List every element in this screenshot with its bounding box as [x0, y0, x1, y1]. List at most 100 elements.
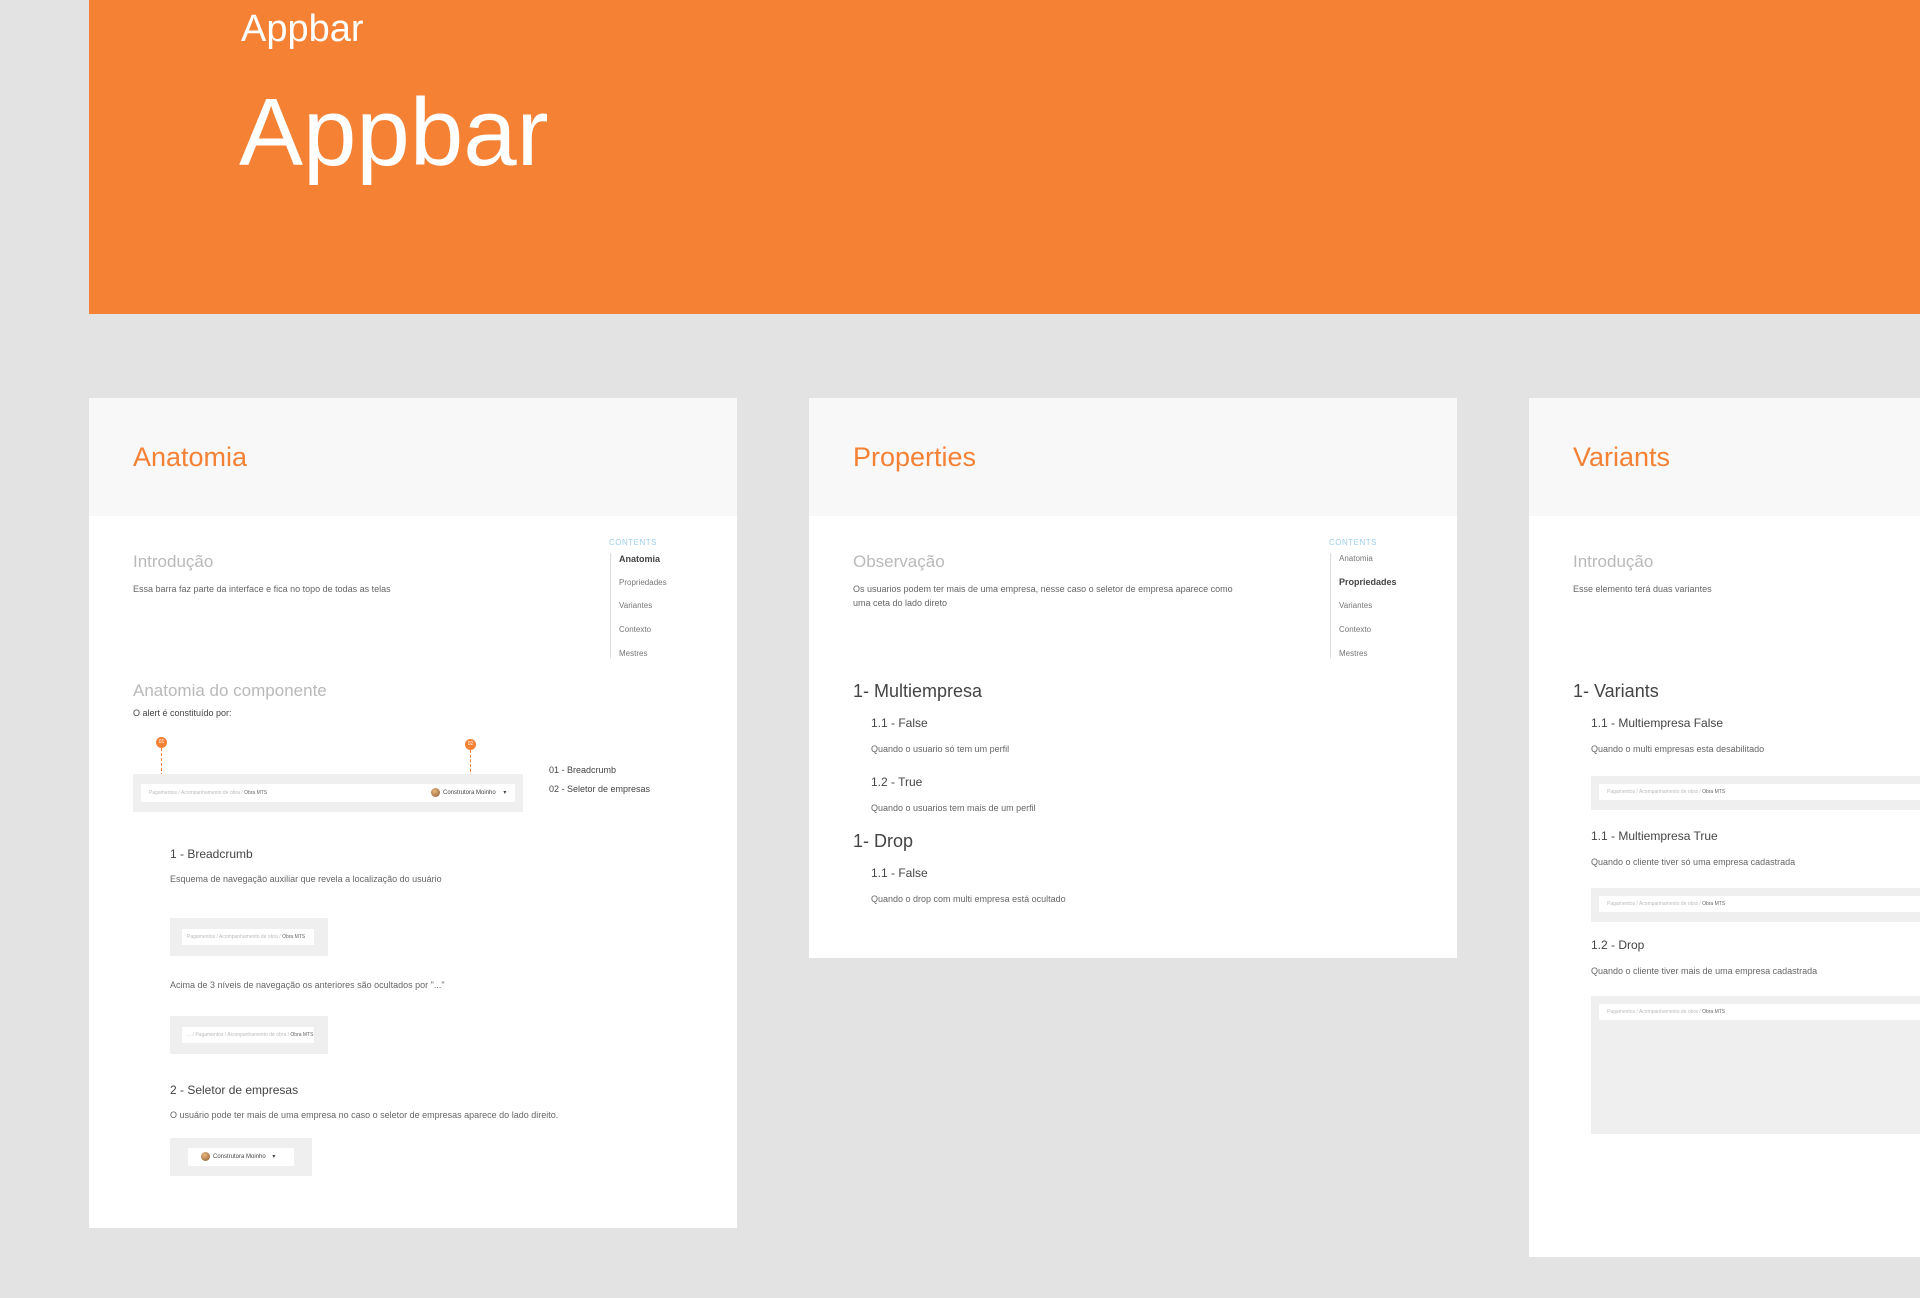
breadcrumb-current: Obra MTS: [282, 934, 306, 940]
table-of-contents: CONTENTS Anatomia Propriedades Variantes…: [1329, 538, 1399, 658]
variant-title: 1.1 - Multiempresa True: [1591, 829, 1718, 843]
breadcrumb-path: Pagamentos / Acompanhamento de obra /: [1607, 789, 1703, 795]
breadcrumb: ... / Pagamentos / Acompanhamento de obr…: [187, 1032, 313, 1038]
marker-01: 01: [156, 737, 167, 748]
toc-list: Anatomia Propriedades Variantes Contexto…: [610, 553, 667, 658]
section-text: Essa barra faz parte da interface e fica…: [133, 584, 391, 594]
toc-item-variantes[interactable]: Variantes: [619, 601, 652, 610]
card-title: Properties: [853, 442, 977, 472]
subsection-text: Acima de 3 níveis de navegação os anteri…: [170, 980, 445, 990]
card-variants: Variants Introdução Esse elemento terá d…: [1529, 398, 1920, 1257]
subsection-title: 2 - Seletor de empresas: [170, 1083, 299, 1097]
company-bar: Construtora Moinho ▾: [188, 1148, 294, 1166]
toc-item-contexto[interactable]: Contexto: [619, 625, 651, 634]
variant-title: 1.1 - Multiempresa False: [1591, 716, 1724, 730]
avatar: [431, 788, 440, 797]
toc-item-propriedades[interactable]: Propriedades: [619, 578, 667, 587]
appbar-mockup: Pagamentos / Acompanhamento de obra / Ob…: [133, 774, 523, 812]
section-text: Os usuarios podem ter mais de uma empres…: [853, 584, 1233, 594]
subsection-text: Esquema de navegação auxiliar que revela…: [170, 874, 442, 884]
company-selector-mockup: Construtora Moinho ▾: [170, 1138, 312, 1176]
header-big-title: Appbar: [239, 79, 549, 186]
card-header: Anatomia: [89, 398, 737, 516]
appbar-bar: Pagamentos / Acompanhamento de obra / Ob…: [141, 784, 515, 802]
legend-item: 02 - Seletor de empresas: [549, 784, 651, 794]
subsection-title: 1 - Breadcrumb: [170, 847, 253, 861]
toc-item-variantes[interactable]: Variantes: [1339, 601, 1372, 610]
marker-02: 02: [465, 739, 476, 750]
section-text: uma ceta do lado direto: [853, 598, 948, 608]
section-heading: Introdução: [133, 552, 214, 571]
subsection-text: Quando o drop com multi empresa está ocu…: [871, 894, 1066, 904]
breadcrumb-path: Pagamentos / Acompanhamento de obra /: [187, 934, 283, 940]
section-title: 1- Drop: [853, 831, 914, 851]
section-heading: Introdução: [1573, 552, 1654, 571]
breadcrumb-mockup: Pagamentos / Acompanhamento de obra / Ob…: [170, 918, 328, 956]
breadcrumb-path: Pagamentos / Acompanhamento de obra /: [1607, 901, 1703, 907]
section-title: 1- Multiempresa: [853, 681, 983, 701]
breadcrumb-current: Obra MTS: [1702, 789, 1726, 795]
subsection-text: O usuário pode ter mais de uma empresa n…: [170, 1110, 559, 1120]
toc-list: Anatomia Propriedades Variantes Contexto…: [1330, 553, 1397, 658]
legend-item: 01 - Breadcrumb: [549, 765, 617, 775]
card-anatomia: Anatomia Introdução Essa barra faz parte…: [89, 398, 737, 1228]
appbar-bar: Pagamentos / Acompanhamento de obra / Ob…: [1599, 784, 1920, 800]
appbar-bar: Pagamentos / Acompanhamento de obra / Ob…: [1599, 1004, 1920, 1020]
toc-item-mestres[interactable]: Mestres: [619, 649, 647, 658]
card-header: Variants: [1529, 398, 1920, 516]
variant-title: 1.2 - Drop: [1591, 938, 1645, 952]
section-heading: Anatomia do componente: [133, 681, 327, 700]
breadcrumb: Pagamentos / Acompanhamento de obra / Ob…: [1607, 901, 1725, 907]
breadcrumb-current: Obra MTS: [244, 790, 268, 796]
breadcrumb-mockup-collapsed: ... / Pagamentos / Acompanhamento de obr…: [170, 1016, 328, 1054]
avatar: [201, 1152, 210, 1161]
toc-item-anatomia[interactable]: Anatomia: [619, 554, 660, 564]
subsection-title: 1.1 - False: [871, 866, 928, 880]
breadcrumb-current: Obra MTS: [1702, 901, 1726, 907]
section-text: Esse elemento terá duas variantes: [1573, 584, 1712, 594]
breadcrumb-current: Obra MTS: [290, 1032, 314, 1038]
breadcrumb: Pagamentos / Acompanhamento de obra / Ob…: [149, 790, 267, 796]
company-selector[interactable]: Construtora Moinho ▾: [201, 1152, 275, 1161]
card-properties: Properties Observação Os usuarios podem …: [809, 398, 1457, 958]
breadcrumb: Pagamentos / Acompanhamento de obra / Ob…: [1607, 1009, 1725, 1015]
toc-title: CONTENTS: [1329, 538, 1377, 547]
toc-item-anatomia[interactable]: Anatomia: [1339, 554, 1373, 563]
variant-mockup-drop: Pagamentos / Acompanhamento de obra / Ob…: [1591, 996, 1920, 1134]
section-heading: Observação: [853, 552, 945, 571]
breadcrumb-path: Pagamentos / Acompanhamento de obra /: [1607, 1009, 1703, 1015]
company-name: Construtora Moinho: [443, 790, 496, 797]
chevron-down-icon: ▾: [503, 790, 507, 797]
breadcrumb-path: Pagamentos / Acompanhamento de obra /: [149, 790, 245, 796]
variant-text: Quando o cliente tiver só uma empresa ca…: [1591, 857, 1796, 867]
breadcrumb-path: ... / Pagamentos / Acompanhamento de obr…: [187, 1032, 291, 1038]
section-title: 1- Variants: [1573, 681, 1659, 701]
breadcrumb: Pagamentos / Acompanhamento de obra / Ob…: [187, 934, 305, 940]
card-title: Variants: [1573, 442, 1671, 472]
variant-text: Quando o multi empresas esta desabilitad…: [1591, 744, 1765, 754]
breadcrumb-current: Obra MTS: [1702, 1009, 1726, 1015]
toc-item-propriedades[interactable]: Propriedades: [1339, 577, 1397, 587]
breadcrumb: Pagamentos / Acompanhamento de obra / Ob…: [1607, 789, 1725, 795]
company-name: Construtora Moinho: [213, 1154, 266, 1161]
subsection-title: 1.1 - False: [871, 716, 928, 730]
header-banner: Appbar Appbar: [89, 0, 1920, 314]
card-header: Properties: [809, 398, 1457, 516]
company-selector[interactable]: Construtora Moinho ▾: [431, 788, 506, 797]
toc-title: CONTENTS: [609, 538, 657, 547]
breadcrumb-bar: ... / Pagamentos / Acompanhamento de obr…: [182, 1027, 314, 1043]
variant-mockup: Pagamentos / Acompanhamento de obra / Ob…: [1591, 888, 1920, 922]
header-small-title: Appbar: [241, 8, 364, 50]
subsection-text: Quando o usuario só tem um perfil: [871, 744, 1010, 754]
chevron-down-icon: ▾: [272, 1154, 276, 1161]
appbar-bar: Pagamentos / Acompanhamento de obra / Ob…: [1599, 896, 1920, 912]
subsection-text: Quando o usuarios tem mais de um perfil: [871, 803, 1036, 813]
section-subtext: O alert é constituído por:: [133, 708, 232, 718]
toc-item-contexto[interactable]: Contexto: [1339, 625, 1371, 634]
toc-item-mestres[interactable]: Mestres: [1339, 649, 1367, 658]
variant-mockup: Pagamentos / Acompanhamento de obra / Ob…: [1591, 776, 1920, 810]
table-of-contents: CONTENTS Anatomia Propriedades Variantes…: [609, 538, 679, 658]
variant-text: Quando o cliente tiver mais de uma empre…: [1591, 966, 1818, 976]
breadcrumb-bar: Pagamentos / Acompanhamento de obra / Ob…: [182, 929, 314, 945]
subsection-title: 1.2 - True: [871, 775, 923, 789]
